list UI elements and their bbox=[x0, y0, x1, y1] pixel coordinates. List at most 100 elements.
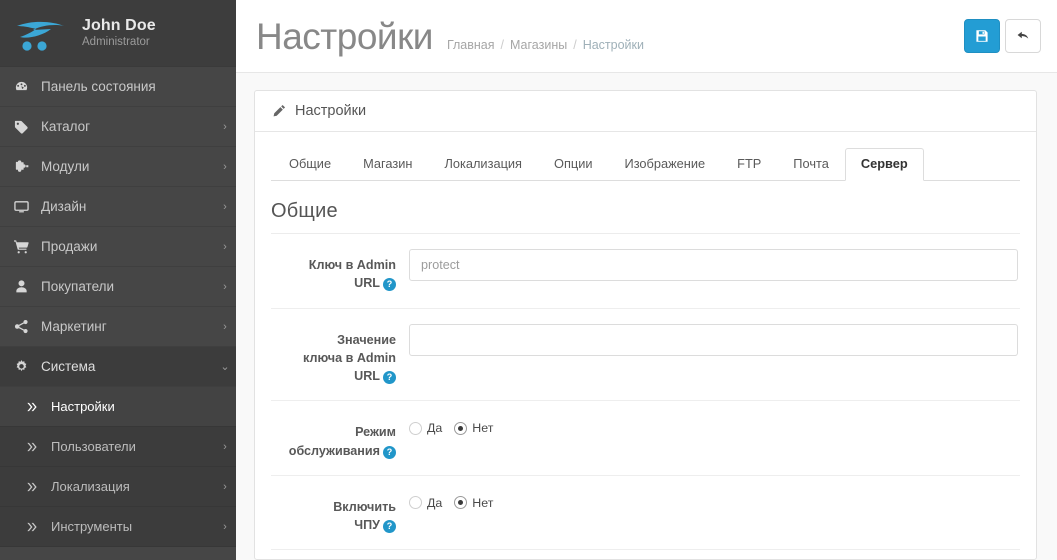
sidebar-nav: Панель состояния Каталог › Модули › Диза… bbox=[0, 67, 236, 560]
tab-general[interactable]: Общие bbox=[273, 148, 347, 181]
sidebar-item-modules[interactable]: Модули › bbox=[0, 147, 236, 187]
user-icon bbox=[14, 279, 38, 294]
chevron-right-icon: › bbox=[223, 520, 227, 533]
sidebar-item-dashboard[interactable]: Панель состояния bbox=[0, 67, 236, 107]
sidebar-item-label: Пользователи bbox=[51, 439, 136, 454]
sidebar-item-label: Инструменты bbox=[51, 519, 133, 534]
field-control bbox=[409, 249, 1020, 281]
pencil-icon bbox=[272, 104, 286, 118]
page-header: Настройки Главная / Магазины / Настройки bbox=[236, 0, 1057, 73]
page-title: Настройки bbox=[256, 15, 433, 57]
tab-mail[interactable]: Почта bbox=[777, 148, 845, 181]
sidebar-item-label: Система bbox=[41, 359, 96, 374]
help-icon[interactable]: ? bbox=[383, 445, 396, 459]
save-button[interactable] bbox=[964, 19, 1000, 53]
sidebar-item-customers[interactable]: Покупатели › bbox=[0, 267, 236, 307]
sidebar-item-label: Настройки bbox=[51, 399, 115, 414]
help-icon[interactable]: ? bbox=[383, 371, 396, 385]
sidebar-item-label: Покупатели bbox=[41, 279, 115, 294]
tab-ftp[interactable]: FTP bbox=[721, 148, 777, 181]
help-icon[interactable]: ? bbox=[383, 278, 396, 292]
chevron-right-icon: › bbox=[223, 280, 227, 293]
seo-urls-radio-yes[interactable]: Да bbox=[409, 496, 442, 510]
breadcrumb-item-stores[interactable]: Магазины bbox=[510, 38, 567, 52]
field-label-line2: ключа в Admin bbox=[303, 350, 396, 365]
main-area: Настройки Главная / Магазины / Настройки bbox=[236, 0, 1057, 560]
radio-label: Нет bbox=[472, 495, 494, 510]
sidebar: John Doe Administrator Панель состояния … bbox=[0, 0, 236, 560]
floppy-save-icon bbox=[975, 29, 989, 43]
radio-dot-icon bbox=[454, 496, 468, 510]
settings-panel: Настройки Общие Магазин Локализация Опци… bbox=[254, 90, 1037, 560]
field-control: Да Нет bbox=[409, 416, 1020, 435]
back-button[interactable] bbox=[1005, 19, 1041, 53]
panel-body: Общие Магазин Локализация Опции Изображе… bbox=[255, 132, 1036, 551]
field-label: Значение ключа в Admin URL? bbox=[271, 324, 409, 386]
chevron-down-icon: ⌄ bbox=[220, 361, 230, 373]
sidebar-item-label: Каталог bbox=[41, 119, 91, 134]
dashboard-icon bbox=[14, 79, 38, 94]
breadcrumb-item-settings[interactable]: Настройки bbox=[583, 38, 644, 52]
field-label-line3: URL bbox=[354, 369, 380, 383]
sidebar-item-system[interactable]: Система ⌄ bbox=[0, 347, 236, 387]
tab-server[interactable]: Сервер bbox=[844, 148, 924, 181]
sidebar-item-label: Продажи bbox=[41, 239, 98, 254]
chevron-right-icon: › bbox=[223, 320, 227, 333]
sidebar-item-settings[interactable]: Настройки bbox=[0, 387, 236, 427]
help-icon[interactable]: ? bbox=[383, 520, 396, 534]
sidebar-item-design[interactable]: Дизайн › bbox=[0, 187, 236, 227]
sidebar-item-label: Маркетинг bbox=[41, 319, 107, 334]
seo-urls-radio-group: Да Нет bbox=[409, 491, 1018, 510]
brand-user-name: John Doe bbox=[82, 16, 156, 34]
sidebar-item-marketing[interactable]: Маркетинг › bbox=[0, 307, 236, 347]
sidebar-item-users[interactable]: Пользователи › bbox=[0, 427, 236, 467]
chevron-double-right-icon bbox=[26, 481, 48, 493]
form-row-admin-url-key: Ключ в Admin URL? bbox=[271, 234, 1020, 309]
chevron-right-icon: › bbox=[223, 240, 227, 253]
back-arrow-icon bbox=[1016, 29, 1030, 43]
tab-options[interactable]: Опции bbox=[538, 148, 609, 181]
chevron-right-icon: › bbox=[223, 200, 227, 213]
page-title-wrap: Настройки Главная / Магазины / Настройки bbox=[256, 18, 964, 55]
radio-dot-icon bbox=[409, 421, 422, 435]
field-label: Ключ в Admin URL? bbox=[271, 249, 409, 293]
seo-urls-radio-no[interactable]: Нет bbox=[454, 496, 493, 510]
radio-label: Да bbox=[427, 495, 443, 510]
section-title: Общие bbox=[271, 181, 1020, 234]
chevron-right-icon: › bbox=[223, 120, 227, 133]
sidebar-item-sales[interactable]: Продажи › bbox=[0, 227, 236, 267]
field-label-line1: Режим bbox=[355, 425, 396, 440]
chevron-double-right-icon bbox=[26, 441, 48, 453]
sidebar-brand[interactable]: John Doe Administrator bbox=[0, 0, 236, 67]
sidebar-item-tools[interactable]: Инструменты › bbox=[0, 507, 236, 547]
content-region: Настройки Общие Магазин Локализация Опци… bbox=[236, 73, 1057, 560]
radio-dot-icon bbox=[454, 421, 468, 435]
sidebar-item-catalog[interactable]: Каталог › bbox=[0, 107, 236, 147]
sidebar-item-localisation[interactable]: Локализация › bbox=[0, 467, 236, 507]
radio-label: Да bbox=[427, 421, 443, 436]
admin-url-key-input[interactable] bbox=[409, 249, 1018, 281]
tab-image[interactable]: Изображение bbox=[609, 148, 722, 181]
field-label-line1: Ключ в Admin bbox=[308, 258, 396, 272]
breadcrumb-item-home[interactable]: Главная bbox=[447, 38, 495, 52]
field-label-line2: URL bbox=[354, 276, 380, 291]
brand-user-role: Administrator bbox=[82, 36, 150, 49]
maintenance-mode-radio-no[interactable]: Нет bbox=[454, 421, 493, 435]
header-actions bbox=[964, 19, 1041, 53]
field-label: Режим обслуживания? bbox=[271, 416, 409, 460]
maintenance-mode-radio-yes[interactable]: Да bbox=[409, 421, 442, 435]
field-label-line1: Включить bbox=[333, 499, 396, 514]
tab-store[interactable]: Магазин bbox=[347, 148, 428, 181]
tab-localisation[interactable]: Локализация bbox=[428, 148, 538, 181]
panel-header: Настройки bbox=[255, 91, 1036, 132]
sidebar-item-label: Дизайн bbox=[41, 199, 87, 214]
sidebar-item-label: Модули bbox=[41, 159, 90, 174]
form-row-maintenance-mode: Режим обслуживания? Да Нет bbox=[271, 401, 1020, 476]
panel-heading: Настройки bbox=[295, 103, 367, 119]
admin-url-key-value-input[interactable] bbox=[409, 323, 1018, 356]
sidebar-item-label: Локализация bbox=[51, 479, 130, 494]
form-row-admin-url-key-value: Значение ключа в Admin URL? bbox=[271, 309, 1020, 402]
sidebar-item-label: Панель состояния bbox=[41, 79, 156, 94]
chevron-right-icon: › bbox=[223, 480, 227, 493]
radio-dot-icon bbox=[409, 496, 422, 510]
